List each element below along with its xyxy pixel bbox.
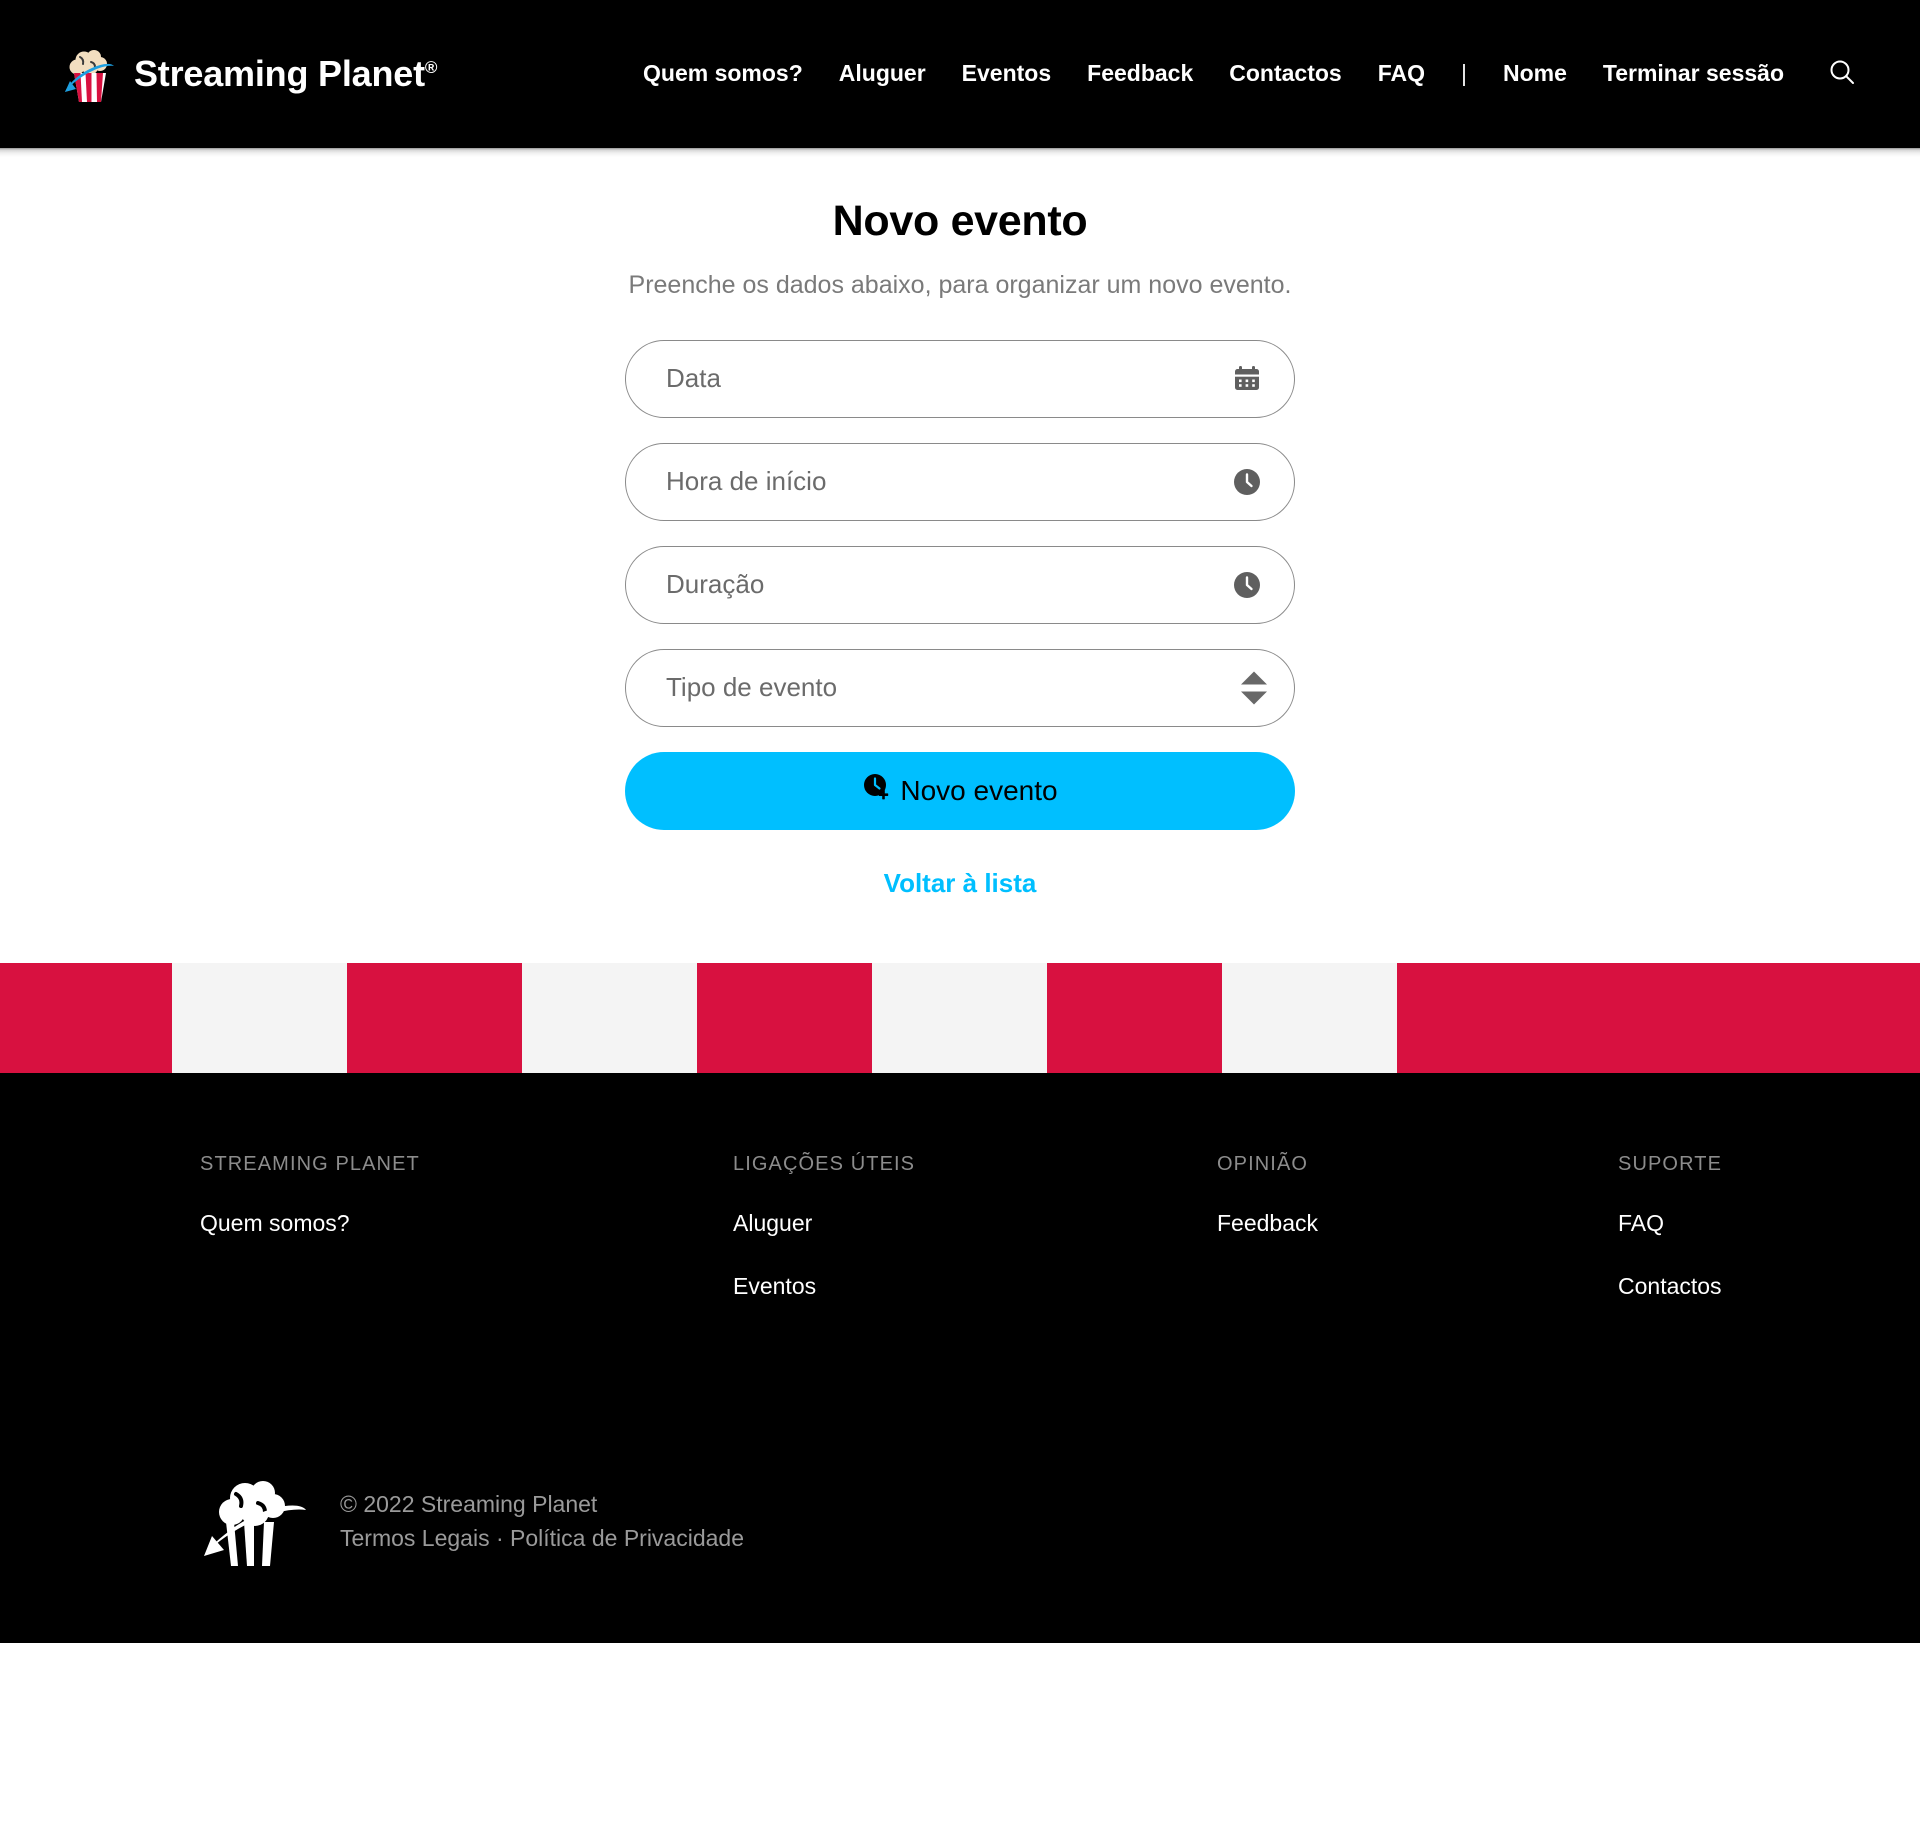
nav-faq[interactable]: FAQ	[1360, 55, 1443, 92]
stripe-white	[872, 962, 1047, 1073]
footer-copyright: © 2022 Streaming Planet	[340, 1491, 598, 1518]
footer-col-ligacoes-uteis: LIGAÇÕES ÚTEIS Aluguer Eventos	[733, 1153, 1217, 1336]
nav-quem-somos[interactable]: Quem somos?	[625, 55, 821, 92]
footer-link-quem-somos[interactable]: Quem somos?	[200, 1210, 733, 1237]
stepper-arrows-icon[interactable]	[1241, 671, 1267, 705]
field-hora-inicio	[625, 442, 1295, 521]
registered-mark: ®	[424, 58, 438, 77]
nav-aluguer[interactable]: Aluguer	[821, 55, 944, 92]
footer-col-streaming-planet: STREAMING PLANET Quem somos?	[200, 1153, 733, 1336]
footer-col-suporte: SUPORTE FAQ Contactos	[1618, 1153, 1918, 1336]
date-input[interactable]	[625, 339, 1295, 418]
stripe-red	[1397, 962, 1920, 1073]
page-subtitle: Preenche os dados abaixo, para organizar…	[628, 270, 1292, 299]
popcorn-planet-logo-icon	[62, 45, 118, 103]
search-button[interactable]	[1802, 52, 1860, 97]
stripe-red	[0, 962, 172, 1073]
back-to-list-link[interactable]: Voltar à lista	[884, 868, 1037, 898]
stripe-red	[697, 962, 872, 1073]
footer-privacy-link[interactable]: Política de Privacidade	[510, 1525, 744, 1551]
clock-icon[interactable]	[1232, 467, 1262, 497]
nav-terminar-sessao[interactable]: Terminar sessão	[1585, 55, 1802, 92]
nav-feedback[interactable]: Feedback	[1069, 55, 1211, 92]
nav-nome[interactable]: Nome	[1485, 55, 1585, 92]
footer-link-contactos[interactable]: Contactos	[1618, 1273, 1918, 1300]
stripe-white	[522, 962, 697, 1073]
footer-link-faq[interactable]: FAQ	[1618, 1210, 1918, 1237]
stripe-white	[172, 962, 347, 1073]
field-tipo-evento	[625, 648, 1295, 727]
search-icon	[1828, 58, 1856, 91]
footer-heading: OPINIÃO	[1217, 1152, 1309, 1175]
footer-col-opiniao: OPINIÃO Feedback	[1217, 1153, 1618, 1336]
clock-plus-icon	[862, 772, 892, 809]
back-link-row: Voltar à lista	[625, 868, 1295, 899]
footer-heading: SUPORTE	[1618, 1152, 1723, 1175]
popcorn-planet-logo-white-icon	[200, 1476, 312, 1568]
main-content: Novo evento Preenche os dados abaixo, pa…	[0, 157, 1920, 963]
create-event-label: Novo evento	[900, 774, 1058, 806]
decorative-stripe-band	[0, 962, 1920, 1073]
footer-legal-links: Termos Legais · Política de Privacidade	[340, 1522, 744, 1555]
new-event-form: Novo evento Voltar à lista	[625, 339, 1295, 899]
create-event-button[interactable]: Novo evento	[625, 751, 1295, 830]
footer-legal-separator: ·	[495, 1524, 504, 1551]
nav-contactos[interactable]: Contactos	[1211, 55, 1359, 92]
nav-eventos[interactable]: Eventos	[944, 55, 1069, 92]
primary-navigation: Quem somos? Aluguer Eventos Feedback Con…	[437, 52, 1860, 97]
footer-terms-link[interactable]: Termos Legais	[340, 1525, 490, 1551]
field-duracao	[625, 545, 1295, 624]
brand-logo-link[interactable]: Streaming Planet®	[62, 45, 437, 103]
stripe-white	[1222, 962, 1397, 1073]
footer-columns: STREAMING PLANET Quem somos? LIGAÇÕES ÚT…	[0, 1153, 1920, 1336]
site-footer: STREAMING PLANET Quem somos? LIGAÇÕES ÚT…	[0, 1072, 1920, 1643]
clock-icon[interactable]	[1232, 570, 1262, 600]
page-title: Novo evento	[832, 197, 1088, 245]
footer-heading: STREAMING PLANET	[200, 1152, 420, 1175]
footer-legal: © 2022 Streaming Planet Termos Legais · …	[340, 1488, 744, 1555]
chevron-up-icon[interactable]	[1241, 671, 1267, 685]
footer-heading: LIGAÇÕES ÚTEIS	[733, 1152, 916, 1175]
chevron-down-icon[interactable]	[1241, 691, 1267, 705]
duration-input[interactable]	[625, 545, 1295, 624]
footer-bottom: © 2022 Streaming Planet Termos Legais · …	[0, 1336, 1920, 1568]
footer-link-aluguer[interactable]: Aluguer	[733, 1210, 1217, 1237]
stripe-red	[347, 962, 522, 1073]
calendar-icon[interactable]	[1232, 364, 1262, 394]
event-type-select[interactable]	[625, 648, 1295, 727]
stripe-red	[1047, 962, 1222, 1073]
nav-divider: |	[1460, 60, 1467, 87]
start-time-input[interactable]	[625, 442, 1295, 521]
brand-name: Streaming Planet®	[134, 53, 438, 94]
site-header: Streaming Planet® Quem somos? Aluguer Ev…	[0, 0, 1920, 148]
header-shadow	[0, 148, 1920, 157]
footer-link-feedback[interactable]: Feedback	[1217, 1210, 1618, 1237]
field-data	[625, 339, 1295, 418]
footer-link-eventos[interactable]: Eventos	[733, 1273, 1217, 1300]
